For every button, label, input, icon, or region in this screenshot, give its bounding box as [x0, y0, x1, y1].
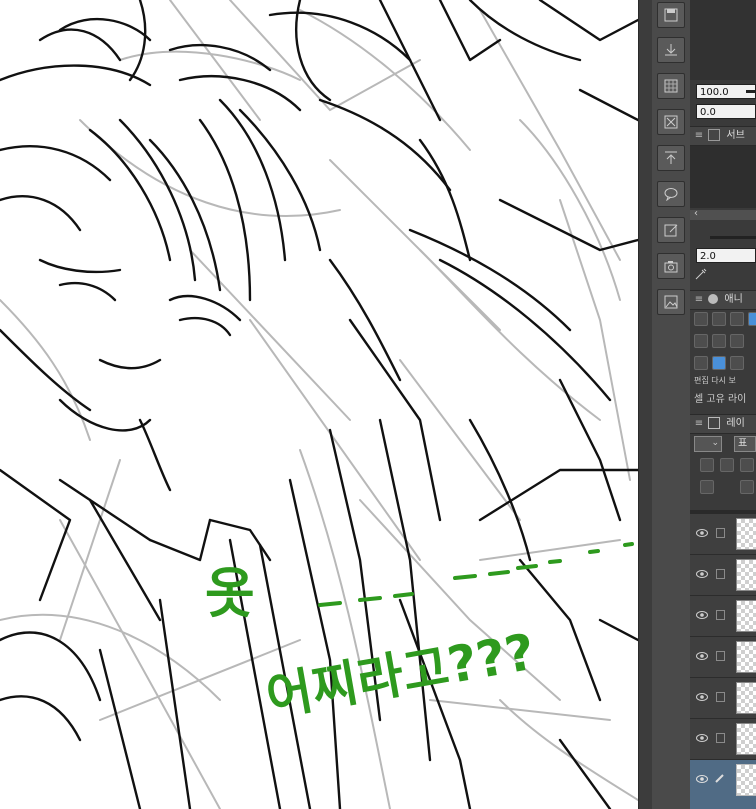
lock-icon[interactable] [716, 692, 725, 702]
lock-icon[interactable] [716, 610, 725, 620]
sketch-artwork: 옷 어찌라고??? [0, 0, 638, 809]
layer-row[interactable] [690, 514, 756, 555]
clear-icon[interactable] [657, 109, 685, 135]
pattern-icon[interactable] [657, 73, 685, 99]
eye-icon[interactable] [696, 610, 708, 620]
brush-size-field[interactable]: 2.0 [696, 248, 756, 263]
layer-row[interactable] [690, 596, 756, 637]
layer-row-selected[interactable] [690, 760, 756, 809]
timeline-icon[interactable] [694, 312, 708, 326]
light-table-icon[interactable] [748, 312, 756, 326]
menu-icon[interactable]: ≡ [693, 415, 705, 433]
layer-thumbnail [736, 518, 756, 550]
eye-icon[interactable] [696, 569, 708, 579]
sub-view-header[interactable]: ≡ 서브 [690, 126, 756, 146]
animation-label: 애니 [724, 294, 743, 305]
lock-icon[interactable] [716, 651, 725, 661]
lock-icon[interactable] [716, 569, 725, 579]
edit-icon[interactable] [657, 217, 685, 243]
layer-thumbnail [736, 723, 756, 755]
menu-icon[interactable]: ≡ [693, 291, 705, 309]
menu-icon[interactable]: ≡ [693, 127, 705, 145]
side-toolstrip [652, 0, 690, 809]
pen-icon [715, 774, 724, 783]
layer-panel-label: 레이 [726, 418, 745, 429]
layer-thumbnail [736, 559, 756, 591]
eye-icon[interactable] [696, 651, 708, 661]
copy-cel-icon[interactable] [712, 334, 726, 348]
panel-splitter[interactable] [638, 0, 653, 809]
layer-row[interactable] [690, 719, 756, 760]
layer-row[interactable] [690, 637, 756, 678]
scroll-strip[interactable]: ‹ [690, 208, 756, 220]
eye-icon[interactable] [696, 774, 708, 784]
new-layer-icon[interactable] [700, 458, 714, 472]
export-icon[interactable] [657, 37, 685, 63]
sub-view-area [690, 146, 756, 208]
animation-header[interactable]: ≡ 애니 [690, 290, 756, 310]
speech-bubble-icon[interactable] [657, 181, 685, 207]
layer-row[interactable] [690, 678, 756, 719]
blend-mode-label[interactable]: 표 [734, 436, 756, 452]
eyedropper-icon[interactable] [694, 266, 708, 280]
save-icon[interactable] [657, 2, 685, 28]
layer-thumbnail [736, 682, 756, 714]
link-icon[interactable] [730, 356, 744, 370]
image-icon[interactable] [657, 289, 685, 315]
add-icon[interactable] [694, 356, 708, 370]
lock-transparent-icon[interactable] [740, 458, 754, 472]
chevron-left-icon[interactable] [730, 334, 744, 348]
opacity-slider[interactable] [746, 90, 756, 93]
camera-icon[interactable] [657, 253, 685, 279]
lock-icon[interactable] [716, 733, 725, 743]
annotation-text-question: 어찌라고??? [262, 623, 539, 727]
layer-thumbnail [736, 764, 756, 796]
layer-row[interactable] [690, 555, 756, 596]
layer-mask-icon[interactable] [700, 480, 714, 494]
eye-icon[interactable] [696, 692, 708, 702]
right-dock-panel: 100.0 0.0 ≡ 서브 ‹ 2.0 ≡ 애니 편집 다시 보 셀 고유 라… [690, 0, 756, 809]
light-table-on-icon[interactable] [712, 356, 726, 370]
lock-icon[interactable] [716, 528, 725, 538]
brush-size-slider[interactable] [710, 236, 756, 239]
unique-label: 셀 고유 라이 [694, 394, 747, 405]
eye-icon[interactable] [696, 528, 708, 538]
layer-thumbnail [736, 641, 756, 673]
animation-icon [708, 294, 719, 304]
sub-view-label: 서브 [726, 130, 745, 141]
eye-icon[interactable] [696, 733, 708, 743]
chevron-left-icon[interactable]: ‹ [694, 208, 698, 219]
clip-icon[interactable] [720, 458, 734, 472]
sub-view-icon [708, 129, 721, 141]
layer-panel-header[interactable]: ≡ 레이 [690, 414, 756, 434]
chevron-down-icon: ⌄ [711, 438, 719, 448]
layer-property-icon[interactable] [740, 480, 754, 494]
layer-thumbnail [736, 600, 756, 632]
blend-mode-dropdown[interactable]: ⌄ [694, 436, 722, 452]
cel-icon[interactable] [694, 334, 708, 348]
offset-field[interactable]: 0.0 [696, 104, 756, 119]
layer-stack-icon [708, 417, 721, 429]
onion-skin-icon[interactable] [712, 312, 726, 326]
drawing-canvas[interactable]: 옷 어찌라고??? [0, 0, 638, 809]
frame-icon[interactable] [730, 312, 744, 326]
navigator-preview [690, 0, 756, 80]
annotation-text-clothes: 옷 [205, 562, 255, 625]
import-icon[interactable] [657, 145, 685, 171]
property-label: 편집 다시 보 [694, 376, 736, 385]
